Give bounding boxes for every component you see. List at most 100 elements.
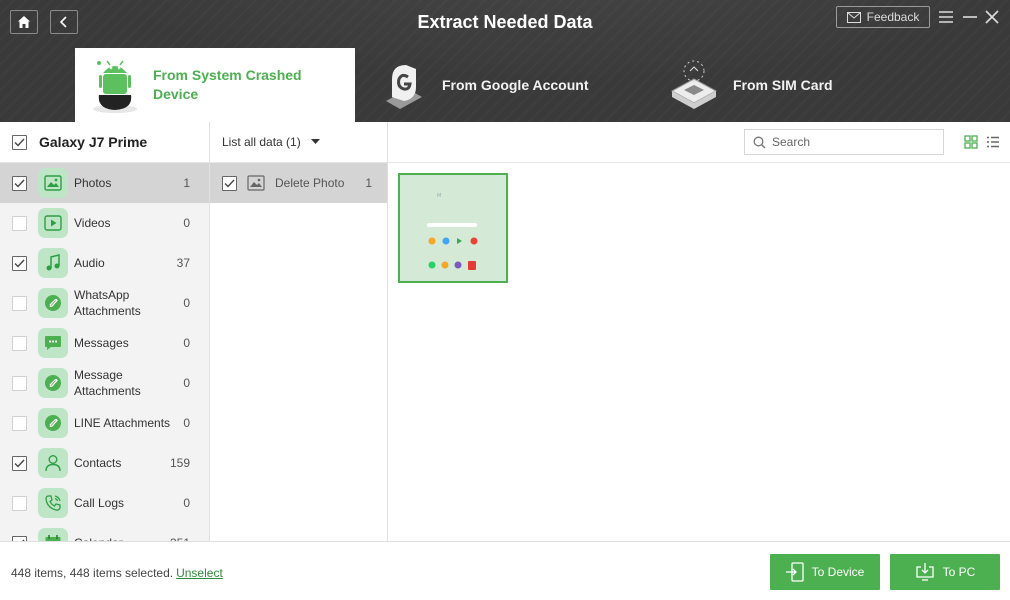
sidebar-item-contacts[interactable]: Contacts 159 (0, 443, 209, 483)
device-row[interactable]: Galaxy J7 Prime (0, 122, 209, 163)
category-count: 37 (176, 256, 190, 270)
google-g-icon (386, 65, 422, 109)
category-checkbox[interactable] (12, 215, 27, 231)
paperclip-icon (38, 368, 68, 398)
category-checkbox[interactable] (12, 175, 27, 191)
sidebar-item-call-logs[interactable]: Call Logs 0 (0, 483, 209, 523)
screenshot-thumbnail-image: M (400, 175, 506, 281)
feedback-label: Feedback (866, 10, 920, 24)
sidebar-item-message-attachments[interactable]: Message Attachments 0 (0, 363, 209, 403)
category-checkbox[interactable] (12, 375, 27, 391)
category-label: Messages (74, 336, 129, 350)
minimize-icon[interactable] (961, 8, 979, 26)
checkmark-icon (14, 459, 25, 468)
paperclip-icon (38, 288, 68, 318)
category-label: Message Attachments (74, 368, 141, 398)
paperclip-icon (38, 408, 68, 438)
sim-card-icon (670, 60, 718, 109)
subcategory-count: 1 (365, 176, 372, 190)
image-icon (38, 168, 68, 198)
grid-view-icon[interactable] (964, 135, 978, 149)
tab-google-account[interactable]: From Google Account (378, 48, 618, 122)
sidebar-item-calendar[interactable]: Calendar351 (0, 523, 209, 541)
checkmark-icon (224, 179, 235, 188)
subcategory-label: Delete Photo (275, 176, 345, 190)
category-label: WhatsApp Attachments (74, 288, 141, 318)
category-list: Photos 1 Videos 0 Audio 37 WhatsApp Attachment… (0, 163, 209, 541)
app-window: Extract Needed Data Feedback From System… (0, 0, 1010, 600)
sidebar-item-photos[interactable]: Photos 1 (0, 163, 209, 203)
header: Extract Needed Data Feedback From System… (0, 0, 1010, 122)
music-note-icon (38, 248, 68, 278)
calendar-icon (38, 528, 68, 541)
to-device-button[interactable]: To Device (770, 554, 880, 590)
sidebar-item-audio[interactable]: Audio 37 (0, 243, 209, 283)
content-pane: M (388, 122, 1010, 541)
feedback-button[interactable]: Feedback (836, 6, 930, 28)
category-label: Audio (74, 256, 105, 270)
tab-label: From SIM Card (733, 76, 833, 93)
category-checkbox[interactable] (12, 495, 27, 511)
sidebar: Galaxy J7 Prime Photos 1 Videos 0 Audio 37 Wha… (0, 122, 210, 541)
device-name: Galaxy J7 Prime (39, 134, 148, 150)
export-to-device-icon (785, 562, 804, 582)
person-icon (38, 448, 68, 478)
video-icon (38, 208, 68, 238)
caret-down-icon (310, 139, 320, 144)
subcategory-panel: List all data (1) Delete Photo 1 (210, 122, 388, 541)
category-label: Call Logs (74, 496, 125, 510)
tab-sim-card[interactable]: From SIM Card (668, 48, 868, 122)
category-checkbox[interactable] (12, 335, 27, 351)
category-count: 0 (183, 416, 190, 430)
photo-thumbnail[interactable]: M (398, 173, 508, 283)
category-count: 0 (183, 496, 190, 510)
filter-label: List all data (1) (222, 135, 301, 149)
tab-label: From System Crashed Device (153, 67, 302, 102)
category-label: Contacts (74, 456, 122, 470)
close-icon[interactable] (983, 8, 1001, 26)
category-checkbox[interactable] (12, 255, 27, 271)
category-count: 1 (183, 176, 190, 190)
sidebar-item-messages[interactable]: Messages 0 (0, 323, 209, 363)
category-checkbox[interactable] (12, 295, 27, 311)
phone-icon (38, 488, 68, 518)
to-pc-label: To PC (942, 565, 976, 579)
checkmark-icon (14, 138, 25, 147)
svg-text:M: M (437, 193, 441, 199)
category-label: LINE Attachments (74, 416, 171, 430)
sidebar-item-videos[interactable]: Videos 0 (0, 203, 209, 243)
selection-status: 448 items, 448 items selected. Unselect (11, 566, 223, 580)
download-to-pc-icon (916, 563, 934, 581)
category-count: 0 (183, 376, 190, 390)
tab-system-crashed-device[interactable]: From System Crashed Device (75, 48, 355, 122)
category-count: 0 (183, 336, 190, 350)
category-label: Videos (74, 216, 111, 230)
category-label: Photos (74, 176, 112, 190)
checkmark-icon (14, 259, 25, 268)
to-pc-button[interactable]: To PC (890, 554, 1000, 590)
category-checkbox[interactable] (12, 415, 27, 431)
search-box[interactable] (744, 129, 944, 155)
content-toolbar (388, 122, 1010, 163)
device-checkbox[interactable] (12, 134, 27, 150)
list-filter-dropdown[interactable]: List all data (1) (210, 122, 387, 163)
search-input[interactable] (772, 135, 932, 149)
image-icon (247, 175, 265, 191)
category-count: 0 (183, 296, 190, 310)
subcategory-checkbox[interactable] (222, 175, 237, 191)
category-count: 159 (169, 456, 190, 470)
category-count: 0 (183, 216, 190, 230)
search-icon (753, 136, 766, 148)
subcategory-item-delete-photo[interactable]: Delete Photo 1 (210, 163, 387, 203)
sidebar-item-line-attachments[interactable]: LINE Attachments 0 (0, 403, 209, 443)
checkmark-icon (14, 179, 25, 188)
unselect-link[interactable]: Unselect (176, 566, 223, 580)
crashed-android-icon (93, 60, 137, 113)
category-checkbox[interactable] (12, 455, 27, 471)
status-text: 448 items, 448 items selected. (11, 566, 174, 580)
sidebar-item-whatsapp-attachments[interactable]: WhatsApp Attachments 0 (0, 283, 209, 323)
message-icon (38, 328, 68, 358)
list-view-icon[interactable] (986, 135, 1000, 149)
menu-icon[interactable] (937, 8, 955, 26)
mail-icon (846, 11, 861, 23)
